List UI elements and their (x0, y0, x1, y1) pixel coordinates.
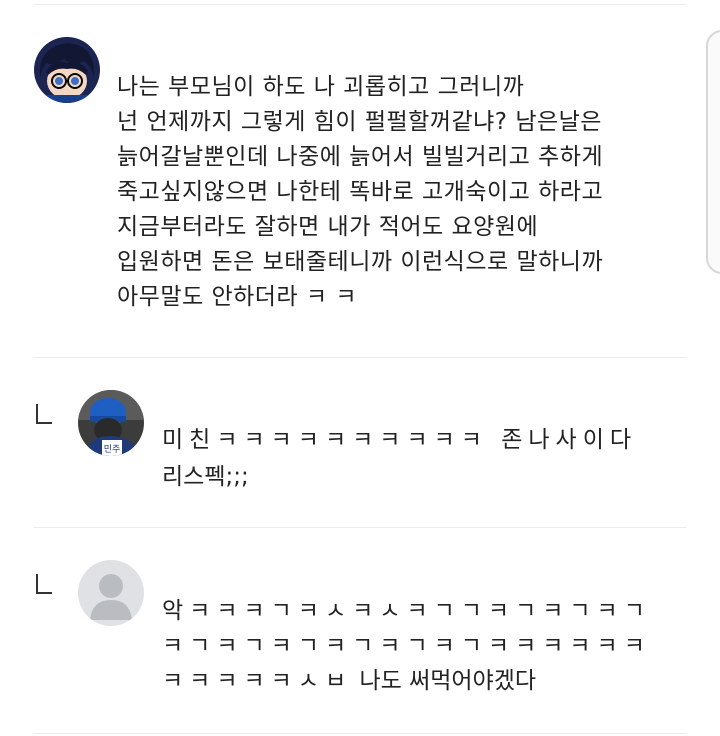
reply-line: ㅋㅋㅋㅋㅋㅅㅂ 나도 써먹어야겠다 (162, 664, 651, 699)
reply-indicator-icon (36, 404, 52, 424)
reply-text: 미친ㅋㅋㅋㅋㅋㅋㅋㅋㅋㅋ 존나사이다 리스펙;;; (162, 423, 637, 495)
svg-text:민주: 민주 (104, 444, 121, 455)
bottom-divider (34, 733, 686, 734)
reply-line: 악ㅋㅋㅋㄱㅋㅅㅋㅅㅋㄱㄱㅋㄱㅋㄱㅋㄱ (162, 598, 651, 624)
reply-divider (34, 527, 686, 528)
police-avatar[interactable]: 민주 (78, 390, 144, 456)
reply-line-part: ㅋㅋㅋㅋㅋㅅㅂ (162, 668, 353, 694)
reply-line: 리스펙;;; (162, 464, 249, 490)
reply-line-part: 나도 써먹어야겠다 (359, 668, 537, 694)
comment-divider (34, 357, 686, 358)
reply-line: 미친ㅋㅋㅋㅋㅋㅋㅋㅋㅋㅋ 존나사이다 (162, 427, 638, 453)
top-divider (34, 4, 686, 5)
anime-boy-avatar[interactable] (34, 37, 100, 103)
reply-indicator-icon (36, 574, 52, 594)
reply-text: 악ㅋㅋㅋㄱㅋㅅㅋㅅㅋㄱㄱㅋㄱㅋㄱㅋㄱ ㅋㄱㅋㄱㅋㄱㅋㄱㅋㄱㅋㄱㅋㅋㅋㅋㅋㅋ ㅋㅋ… (162, 594, 651, 699)
scrollbar[interactable] (706, 30, 720, 274)
reply-line: ㅋㄱㅋㄱㅋㄱㅋㄱㅋㄱㅋㄱㅋㅋㅋㅋㅋㅋ (162, 633, 651, 659)
comment-text: 나는 부모님이 하도 나 괴롭히고 그러니까 넌 언제까지 그렇게 힘이 펄펄할… (117, 74, 604, 310)
default-user-avatar[interactable] (78, 560, 144, 626)
